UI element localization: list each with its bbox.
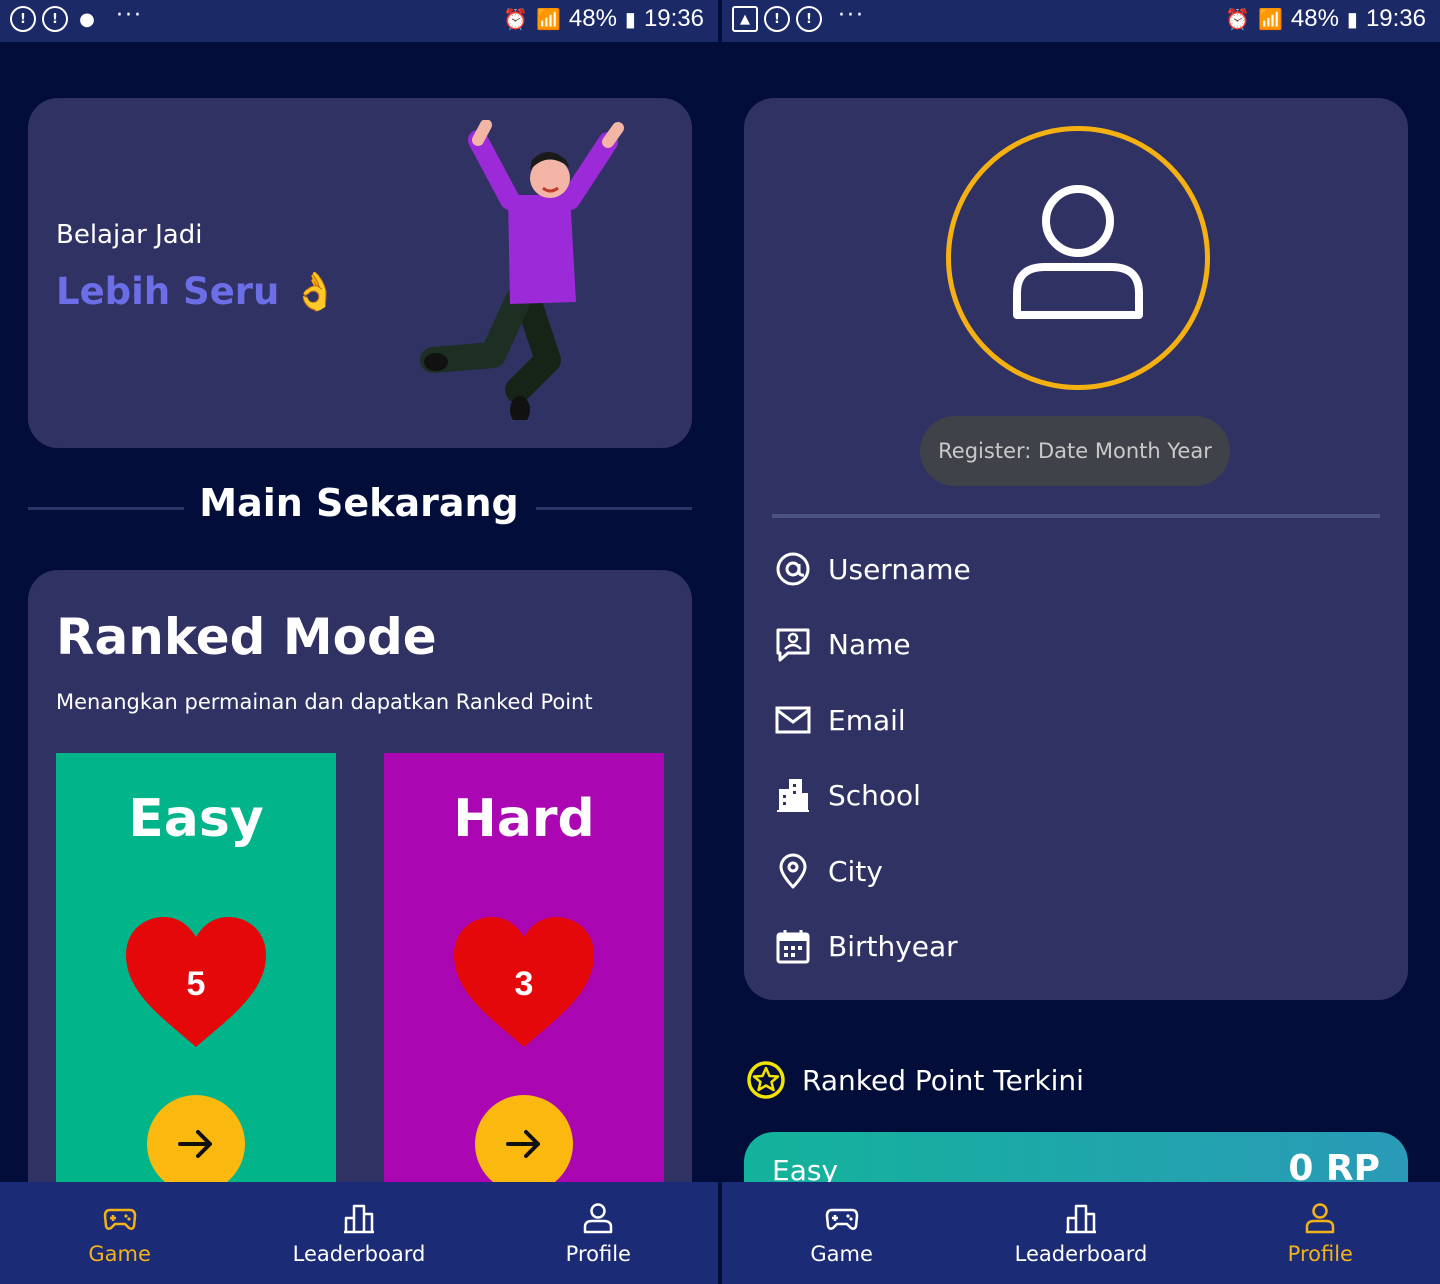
section-title: Main Sekarang — [199, 481, 519, 525]
status-bar: ! ! ● ··· ⏰ 📶 48% ▮ 19:36 — [0, 0, 718, 42]
id-card-icon — [776, 628, 810, 662]
start-easy-button[interactable] — [147, 1095, 245, 1193]
field-label: Email — [828, 703, 906, 737]
notification-icons: ▲ ! ! ··· — [732, 2, 865, 32]
building-icon — [777, 779, 809, 812]
more-dots-icon: ··· — [116, 2, 143, 28]
notification-icon: ! — [796, 6, 822, 32]
field-label: Birthyear — [828, 929, 958, 963]
ranked-mode-card: Ranked Mode Menangkan permainan dan dapa… — [28, 570, 692, 1270]
user-icon — [1306, 1203, 1335, 1234]
profile-divider — [772, 514, 1380, 518]
nav-label: Profile — [1287, 1242, 1353, 1266]
ranked-subtitle: Menangkan permainan dan dapatkan Ranked … — [56, 690, 593, 714]
profile-field-school: School — [774, 776, 921, 814]
leaderboard-icon — [1065, 1204, 1096, 1234]
mail-icon — [775, 706, 811, 734]
gamepad-icon — [103, 1208, 136, 1230]
notification-icon: ! — [764, 6, 790, 32]
leaderboard-icon — [343, 1204, 374, 1234]
at-icon — [776, 552, 810, 586]
calendar-icon — [776, 930, 810, 964]
notification-icons: ! ! ● ··· — [10, 2, 143, 32]
lives-count: 3 — [514, 965, 534, 1003]
mode-label: Hard — [453, 789, 595, 849]
nav-label: Leaderboard — [292, 1242, 426, 1266]
clock: 19:36 — [1365, 5, 1426, 32]
nav-label: Leaderboard — [1014, 1242, 1148, 1266]
nav-game[interactable]: Game — [722, 1182, 961, 1284]
lives-count: 5 — [186, 965, 206, 1003]
bottom-nav: Game Leaderboard Profile — [722, 1182, 1440, 1284]
nav-leaderboard[interactable]: Leaderboard — [961, 1182, 1200, 1284]
gamepad-icon — [825, 1208, 858, 1230]
nav-game[interactable]: Game — [0, 1182, 239, 1284]
user-icon — [584, 1203, 613, 1234]
field-label: City — [828, 854, 883, 888]
notification-icon: ! — [10, 6, 36, 32]
wifi-signal-icon: 📶 — [535, 8, 561, 31]
game-screen: ! ! ● ··· ⏰ 📶 48% ▮ 19:36 Belajar Jadi L… — [0, 0, 718, 1284]
hero-banner: Belajar Jadi Lebih Seru 👌 — [28, 98, 692, 448]
system-status: ⏰ 📶 48% ▮ 19:36 — [1225, 5, 1426, 33]
profile-card: Register: Date Month Year Username Name … — [744, 98, 1408, 1000]
profile-screen: ▲ ! ! ··· ⏰ 📶 48% ▮ 19:36 Register: Date… — [722, 0, 1440, 1284]
status-bar: ▲ ! ! ··· ⏰ 📶 48% ▮ 19:36 — [722, 0, 1440, 42]
hero-line-2: Lebih Seru 👌 — [56, 270, 339, 313]
incognito-icon: ● — [79, 8, 95, 30]
register-date-badge: Register: Date Month Year — [920, 416, 1230, 486]
hard-mode-card[interactable]: Hard 3 — [384, 753, 664, 1213]
arrow-right-icon — [506, 1130, 540, 1158]
profile-field-email: Email — [774, 701, 906, 739]
mode-label: Easy — [128, 789, 264, 849]
field-label: School — [828, 778, 921, 812]
lives-heart-icon: 3 — [452, 915, 596, 1049]
alarm-icon: ⏰ — [1225, 8, 1250, 31]
jumping-person-illustration — [420, 120, 624, 420]
ranked-point-title: Ranked Point Terkini — [802, 1063, 1084, 1097]
battery-percent: 48% — [1290, 5, 1339, 32]
battery-icon: ▮ — [624, 8, 636, 31]
profile-field-city: City — [774, 852, 883, 890]
battery-percent: 48% — [568, 5, 617, 32]
nav-label: Profile — [565, 1242, 631, 1266]
field-label: Name — [828, 627, 911, 661]
nav-profile[interactable]: Profile — [1201, 1182, 1440, 1284]
profile-field-name: Name — [774, 625, 911, 663]
avatar[interactable] — [946, 126, 1210, 390]
nav-label: Game — [810, 1242, 873, 1266]
easy-mode-card[interactable]: Easy 5 — [56, 753, 336, 1213]
nav-leaderboard[interactable]: Leaderboard — [239, 1182, 478, 1284]
user-icon — [1013, 185, 1143, 319]
arrow-right-icon — [178, 1130, 212, 1158]
notification-icon: ! — [42, 6, 68, 32]
alarm-icon: ⏰ — [503, 8, 528, 31]
location-pin-icon — [779, 853, 807, 889]
clock: 19:36 — [643, 5, 704, 32]
start-hard-button[interactable] — [475, 1095, 573, 1193]
profile-field-username: Username — [774, 550, 971, 588]
ranked-title: Ranked Mode — [56, 608, 437, 666]
image-icon: ▲ — [732, 6, 758, 32]
lives-heart-icon: 5 — [124, 915, 268, 1049]
star-badge-icon — [747, 1061, 785, 1099]
battery-icon: ▮ — [1346, 8, 1358, 31]
nav-label: Game — [88, 1242, 151, 1266]
field-label: Username — [828, 552, 971, 586]
hero-line-1: Belajar Jadi — [56, 220, 203, 250]
bottom-nav: Game Leaderboard Profile — [0, 1182, 718, 1284]
profile-field-birthyear: Birthyear — [774, 927, 958, 965]
more-dots-icon: ··· — [838, 2, 865, 28]
wifi-signal-icon: 📶 — [1257, 8, 1283, 31]
nav-profile[interactable]: Profile — [479, 1182, 718, 1284]
system-status: ⏰ 📶 48% ▮ 19:36 — [503, 5, 704, 33]
ranked-point-header: Ranked Point Terkini — [746, 1060, 1084, 1100]
